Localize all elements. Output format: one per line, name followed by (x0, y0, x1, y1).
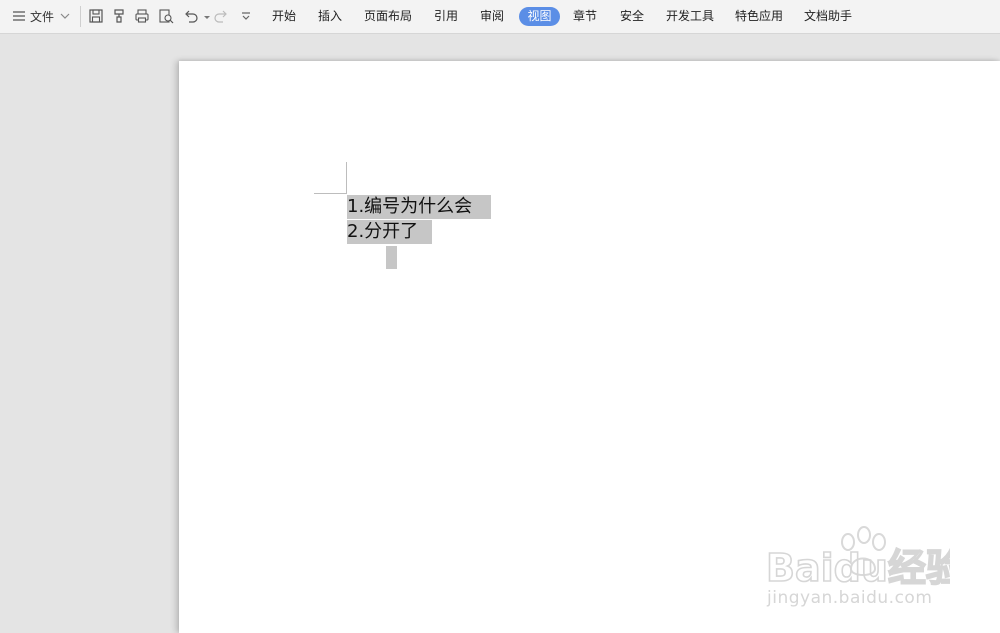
tab-insert[interactable]: 插入 (312, 7, 348, 26)
undo-icon[interactable] (183, 8, 199, 24)
print-preview-icon[interactable] (158, 8, 174, 24)
menu-icon (12, 10, 26, 22)
selected-empty-paragraph (386, 246, 397, 269)
margin-corner-mark-vertical (346, 162, 347, 194)
redo-icon[interactable] (213, 8, 229, 24)
tab-review[interactable]: 审阅 (474, 7, 510, 26)
file-menu-label: 文件 (30, 9, 55, 24)
undo-dropdown-icon[interactable] (199, 8, 210, 24)
list-item[interactable]: 1.编号为什么会 (347, 195, 491, 219)
chevron-down-icon (59, 10, 71, 22)
print-icon[interactable] (134, 8, 150, 24)
tab-references[interactable]: 引用 (428, 7, 464, 26)
tab-section[interactable]: 章节 (567, 7, 603, 26)
tab-developer[interactable]: 开发工具 (662, 7, 718, 26)
tab-security[interactable]: 安全 (614, 7, 650, 26)
more-icon[interactable] (238, 8, 254, 24)
toolbar-divider (80, 6, 81, 27)
save-icon[interactable] (88, 8, 104, 24)
top-toolbar: 文件 开始 插入 页面布局 引用 审阅 视图 章节 安全 开发工具 特色应用 文… (0, 0, 1000, 34)
list-item[interactable]: 2.分开了 (347, 220, 432, 244)
tab-doc-assistant[interactable]: 文档助手 (800, 7, 856, 26)
tab-view[interactable]: 视图 (519, 7, 560, 26)
tab-start[interactable]: 开始 (266, 7, 302, 26)
watermark-brand: Baidu经验 (766, 546, 950, 590)
margin-corner-mark-horizontal (314, 193, 346, 194)
tab-page-layout[interactable]: 页面布局 (360, 7, 416, 26)
file-menu-button[interactable]: 文件 (12, 6, 71, 26)
tab-special-apps[interactable]: 特色应用 (731, 7, 787, 26)
format-painter-icon[interactable] (111, 8, 127, 24)
watermark-url: jingyan.baidu.com (767, 588, 933, 608)
